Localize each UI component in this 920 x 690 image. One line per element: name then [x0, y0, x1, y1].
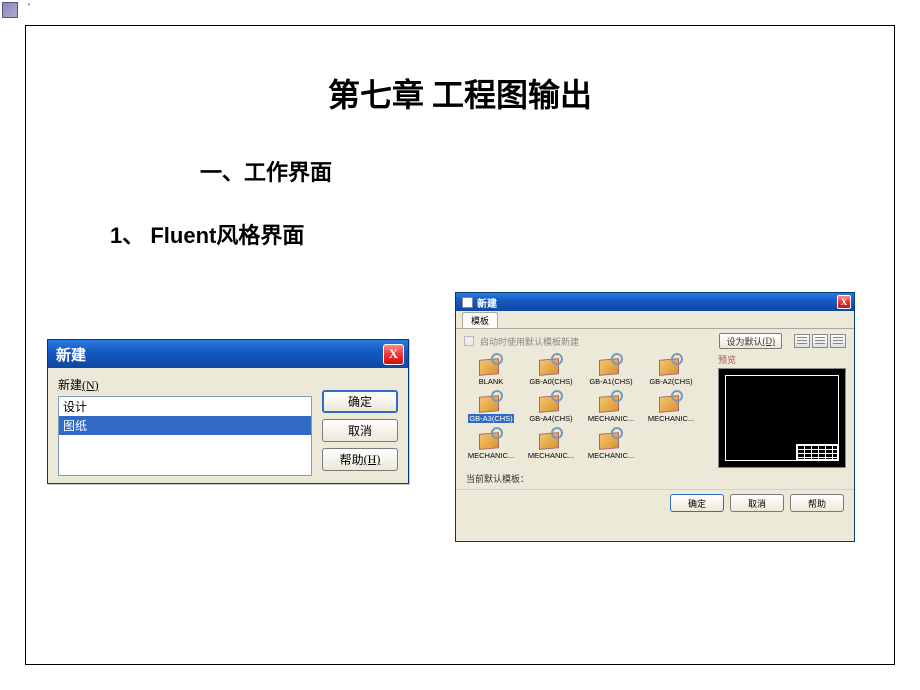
view-large-icons-button[interactable] — [794, 334, 810, 348]
new-label-text: 新建 — [58, 378, 82, 392]
preview-label: 预览 — [718, 353, 846, 366]
template-item[interactable]: MECHANIC... — [464, 427, 518, 460]
template-label: GB-A1(CHS) — [589, 377, 632, 386]
template-icon — [537, 353, 565, 375]
template-icon — [657, 390, 685, 412]
template-icon — [597, 427, 625, 449]
titlebar-icon — [462, 297, 473, 308]
new-dialog-templates: 新建 X 模板 启动时使用默认模板新建 设为默认(D) BLANK GB-A0(C… — [455, 292, 855, 542]
template-item[interactable]: GB-A1(CHS) — [584, 353, 638, 386]
template-item[interactable]: GB-A0(CHS) — [524, 353, 578, 386]
close-icon: X — [389, 346, 398, 362]
template-label: MECHANIC... — [648, 414, 694, 423]
template-icon — [477, 353, 505, 375]
tab-bar: 模板 — [456, 311, 854, 329]
template-label: BLANK — [479, 377, 504, 386]
ok-button[interactable]: 确定 — [322, 390, 398, 413]
set-default-label: 设为默认 — [726, 335, 762, 348]
template-label: MECHANIC... — [468, 451, 514, 460]
template-item[interactable]: MECHANIC... — [524, 427, 578, 460]
list-item-design[interactable]: 设计 — [59, 397, 311, 416]
help-label: 帮助 — [340, 451, 364, 468]
new-label: 新建(N) — [58, 376, 312, 393]
template-icon — [537, 390, 565, 412]
default-template-checkbox-label: 启动时使用默认模板新建 — [480, 335, 579, 348]
subsection-heading: 1、 Fluent风格界面 — [110, 218, 304, 250]
template-label: GB-A4(CHS) — [529, 414, 572, 423]
template-icon — [477, 390, 505, 412]
ok-button[interactable]: 确定 — [670, 494, 724, 512]
help-accel: (H) — [364, 452, 381, 467]
help-button[interactable]: 帮助(H) — [322, 448, 398, 471]
template-label: GB-A0(CHS) — [529, 377, 572, 386]
template-list[interactable]: BLANK GB-A0(CHS) GB-A1(CHS) GB-A2(CHS) GB-A3… — [464, 353, 712, 468]
template-item[interactable]: MECHANIC... — [584, 427, 638, 460]
template-label: MECHANIC... — [528, 451, 574, 460]
template-label: MECHANIC... — [588, 451, 634, 460]
help-button[interactable]: 帮助 — [790, 494, 844, 512]
template-icon — [537, 427, 565, 449]
close-button[interactable]: X — [837, 295, 851, 309]
section-heading: 一、工作界面 — [200, 155, 332, 187]
template-icon — [597, 390, 625, 412]
default-template-checkbox — [464, 336, 474, 346]
view-details-button[interactable] — [830, 334, 846, 348]
template-icon — [477, 427, 505, 449]
new-dialog-small: 新建 X 新建(N) 设计 图纸 确定 取消 帮助(H) — [47, 339, 409, 484]
template-item[interactable]: MECHANIC... — [644, 390, 698, 423]
template-item[interactable]: GB-A4(CHS) — [524, 390, 578, 423]
status-row: 当前默认模板： — [456, 468, 854, 487]
list-item-drawing[interactable]: 图纸 — [59, 416, 311, 435]
template-icon — [657, 353, 685, 375]
cancel-button[interactable]: 取消 — [730, 494, 784, 512]
stray-text: ' — [26, 2, 32, 13]
template-icon — [597, 353, 625, 375]
close-icon: X — [841, 297, 848, 307]
template-label: MECHANIC... — [588, 414, 634, 423]
tab-template[interactable]: 模板 — [462, 312, 498, 328]
template-item[interactable]: GB-A2(CHS) — [644, 353, 698, 386]
new-label-accel: (N) — [82, 378, 99, 392]
dialog-title-text: 新建 — [477, 295, 497, 310]
view-list-button[interactable] — [812, 334, 828, 348]
dialog-titlebar[interactable]: 新建 X — [456, 293, 854, 311]
dialog-title-text: 新建 — [56, 344, 86, 365]
type-listbox[interactable]: 设计 图纸 — [58, 396, 312, 476]
template-label: GB-A2(CHS) — [649, 377, 692, 386]
preview-titleblock — [796, 444, 838, 460]
close-button[interactable]: X — [383, 344, 404, 365]
template-item[interactable]: GB-A3(CHS) — [464, 390, 518, 423]
set-default-button[interactable]: 设为默认(D) — [719, 333, 782, 349]
template-item[interactable]: BLANK — [464, 353, 518, 386]
template-item[interactable]: MECHANIC... — [584, 390, 638, 423]
template-label: GB-A3(CHS) — [468, 414, 513, 423]
dialog-titlebar[interactable]: 新建 X — [48, 340, 408, 368]
cancel-button[interactable]: 取消 — [322, 419, 398, 442]
app-icon — [2, 2, 18, 18]
set-default-accel: (D) — [763, 336, 776, 346]
chapter-title: 第七章 工程图输出 — [0, 70, 920, 116]
status-label: 当前默认模板： — [466, 474, 529, 484]
preview-panel — [718, 368, 846, 468]
